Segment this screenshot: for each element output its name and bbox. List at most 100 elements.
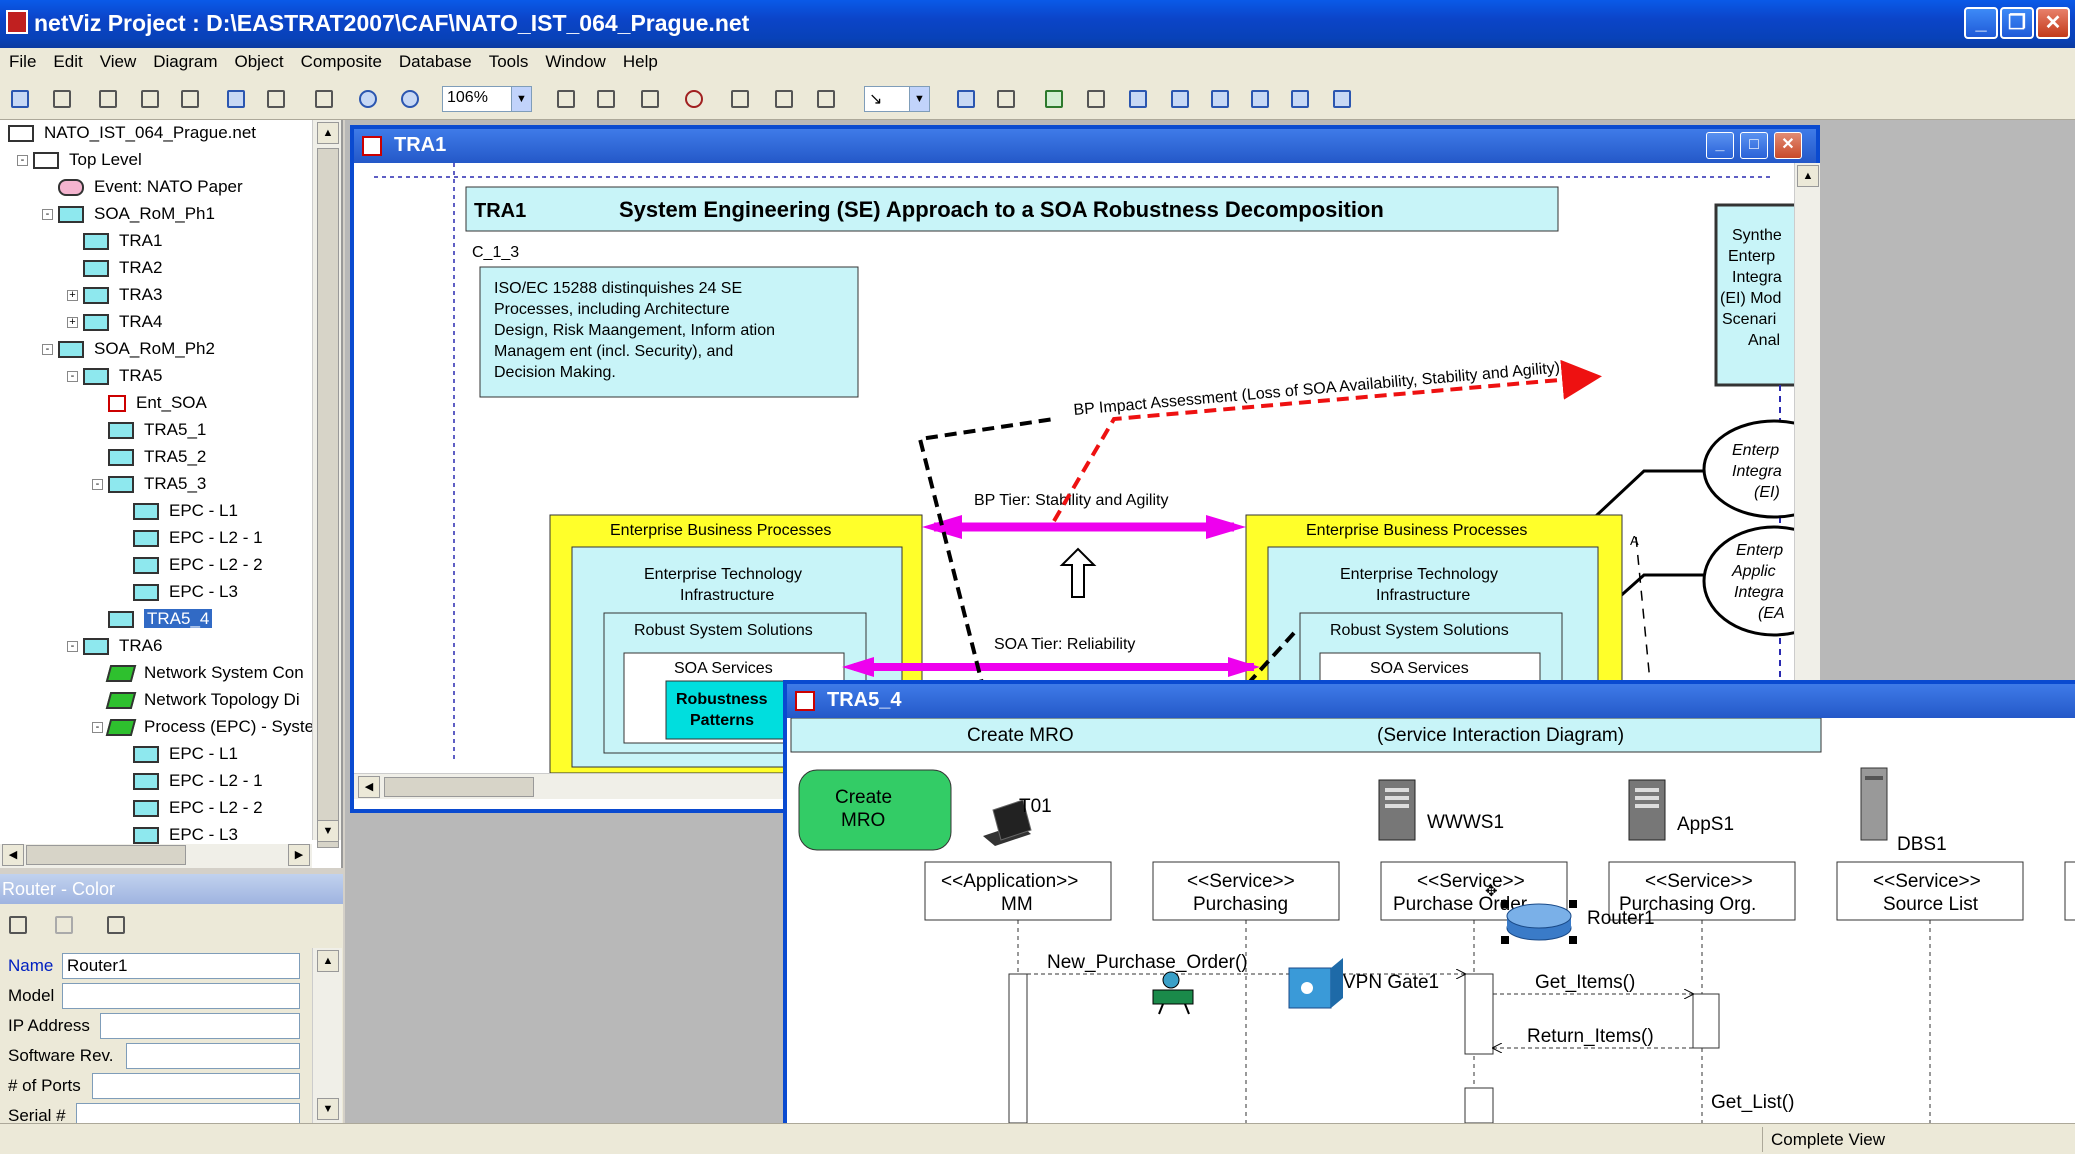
- chart-icon[interactable]: [1246, 85, 1274, 113]
- tra1-maximize-button[interactable]: □: [1740, 132, 1768, 159]
- link-icon[interactable]: [50, 911, 78, 939]
- tree-item[interactable]: + TRA3: [67, 282, 162, 308]
- collapse-icon[interactable]: -: [42, 344, 53, 355]
- menu-database[interactable]: Database: [390, 48, 480, 72]
- copy-icon[interactable]: [136, 85, 164, 113]
- collapse-icon[interactable]: -: [92, 479, 103, 490]
- tree-item[interactable]: + TRA4: [67, 309, 162, 335]
- collapse-icon[interactable]: -: [42, 209, 53, 220]
- zoom-in-icon[interactable]: [354, 85, 382, 113]
- scroll-left-icon[interactable]: ◀: [358, 776, 380, 798]
- properties-scrollbar[interactable]: ▲ ▼: [312, 948, 342, 1123]
- server-icon[interactable]: [1378, 779, 1416, 841]
- menu-window[interactable]: Window: [536, 48, 613, 72]
- tree-item[interactable]: - TRA5_3: [92, 471, 206, 497]
- align-columns-icon[interactable]: [592, 85, 620, 113]
- satellite-dish-icon[interactable]: [1152, 971, 1194, 1015]
- pointer-select[interactable]: ↘ ▼: [864, 86, 930, 112]
- zoom-out-icon[interactable]: [396, 85, 424, 113]
- save-icon[interactable]: [6, 85, 34, 113]
- activation-mm[interactable]: [1008, 973, 1028, 1123]
- grid-icon[interactable]: [1082, 85, 1110, 113]
- tree-item[interactable]: TRA1: [83, 228, 162, 254]
- tra5-4-diagram-canvas[interactable]: Create MRO (Service Interaction Diagram)…: [787, 718, 2075, 1123]
- table-icon[interactable]: [1124, 85, 1152, 113]
- hierarchy-icon[interactable]: [1040, 85, 1068, 113]
- move-handle-icon[interactable]: ✥: [1485, 883, 1498, 900]
- software-rev-field[interactable]: [126, 1043, 300, 1069]
- list-view-icon[interactable]: [4, 911, 32, 939]
- scroll-up-icon[interactable]: ▲: [317, 122, 339, 144]
- tree-item[interactable]: EPC - L2 - 2: [133, 552, 263, 578]
- scroll-thumb[interactable]: [317, 148, 339, 848]
- tree-item[interactable]: EPC - L2 - 2: [133, 795, 263, 821]
- collapse-icon[interactable]: -: [17, 155, 28, 166]
- activation-porg[interactable]: [1692, 993, 1720, 1049]
- tree-item[interactable]: - SOA_RoM_Ph1: [42, 201, 215, 227]
- collapse-icon[interactable]: -: [67, 641, 78, 652]
- zoom-select[interactable]: 106% ▼: [442, 86, 532, 112]
- tree-item[interactable]: - TRA5: [67, 363, 162, 389]
- tree-vertical-scrollbar[interactable]: ▲ ▼: [312, 120, 341, 848]
- link-tool-icon[interactable]: [952, 85, 980, 113]
- scroll-right-icon[interactable]: ▶: [288, 844, 310, 866]
- tree-item[interactable]: EPC - L2 - 1: [133, 768, 263, 794]
- scroll-up-icon[interactable]: ▲: [1797, 165, 1819, 187]
- menu-view[interactable]: View: [91, 48, 145, 72]
- tree-item[interactable]: TRA5_2: [108, 444, 206, 470]
- restore-button[interactable]: ❐: [2000, 7, 2034, 39]
- tree-item[interactable]: Network System Con: [105, 660, 304, 686]
- tree-item[interactable]: Ent_SOA: [108, 390, 207, 416]
- print-icon[interactable]: [48, 85, 76, 113]
- scroll-up-icon[interactable]: ▲: [317, 950, 339, 972]
- fit-view-icon[interactable]: [310, 85, 338, 113]
- serial-field[interactable]: [76, 1103, 300, 1123]
- expand-icon[interactable]: +: [67, 317, 78, 328]
- database-server-icon[interactable]: [1860, 767, 1888, 841]
- menu-file[interactable]: File: [0, 48, 44, 72]
- name-field[interactable]: Router1: [62, 953, 300, 979]
- text-icon[interactable]: [552, 85, 580, 113]
- ports-field[interactable]: [92, 1073, 300, 1099]
- tra1-minimize-button[interactable]: _: [1706, 132, 1734, 159]
- tree-item[interactable]: TRA5_4: [108, 606, 213, 632]
- model-field[interactable]: [62, 983, 300, 1009]
- tree-item[interactable]: EPC - L1: [133, 741, 238, 767]
- layout-icon[interactable]: [992, 85, 1020, 113]
- robustness-patterns-box[interactable]: [665, 680, 787, 740]
- server-icon[interactable]: [1628, 779, 1666, 841]
- tree-item[interactable]: EPC - L2 - 1: [133, 525, 263, 551]
- tree-item[interactable]: TRA2: [83, 255, 162, 281]
- menu-edit[interactable]: Edit: [44, 48, 90, 72]
- tree-item[interactable]: - TRA6: [67, 633, 162, 659]
- tree-item[interactable]: - SOA_RoM_Ph2: [42, 336, 215, 362]
- tree-item[interactable]: - Process (EPC) - Syste: [92, 714, 314, 740]
- shape-icon[interactable]: [770, 85, 798, 113]
- scroll-left-icon[interactable]: ◀: [2, 844, 24, 866]
- tree-horizontal-scrollbar[interactable]: ◀ ▶: [0, 844, 312, 868]
- tree-item[interactable]: TRA5_1: [108, 417, 206, 443]
- tree-item[interactable]: NATO_IST_064_Prague.net: [8, 120, 256, 146]
- menu-object[interactable]: Object: [226, 48, 292, 72]
- connector-icon[interactable]: [812, 85, 840, 113]
- scroll-down-icon[interactable]: ▼: [317, 1098, 339, 1120]
- h-scroll-thumb[interactable]: [384, 777, 534, 797]
- scroll-down-icon[interactable]: ▼: [317, 820, 339, 842]
- tra1-close-button[interactable]: ✕: [1774, 132, 1802, 159]
- expand-icon[interactable]: +: [67, 290, 78, 301]
- cut-icon[interactable]: [94, 85, 122, 113]
- line-color-icon[interactable]: [680, 85, 708, 113]
- ip-address-field[interactable]: [100, 1013, 300, 1039]
- database-icon[interactable]: [1166, 85, 1194, 113]
- tree-item[interactable]: Event: NATO Paper: [58, 174, 243, 200]
- redo-icon[interactable]: [262, 85, 290, 113]
- tree-item[interactable]: - Top Level: [17, 147, 142, 173]
- activation-po[interactable]: [1464, 973, 1494, 1055]
- undo-icon[interactable]: [222, 85, 250, 113]
- tree-item[interactable]: EPC - L3: [133, 579, 238, 605]
- sid-header[interactable]: [790, 718, 1822, 753]
- paste-icon[interactable]: [176, 85, 204, 113]
- collapse-icon[interactable]: -: [67, 371, 78, 382]
- h-scroll-thumb[interactable]: [26, 845, 186, 865]
- network-icon[interactable]: [1206, 85, 1234, 113]
